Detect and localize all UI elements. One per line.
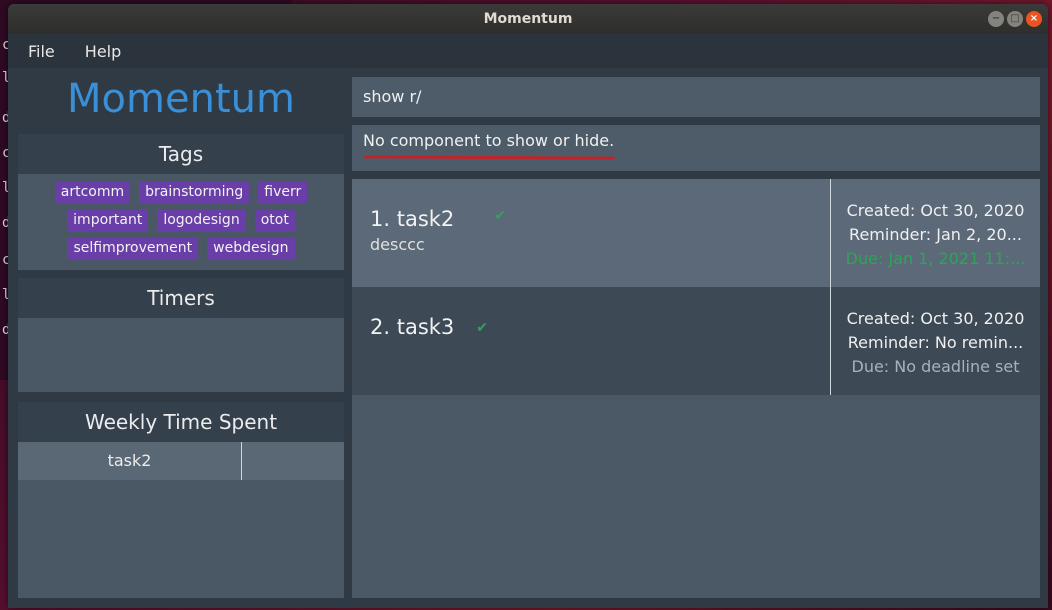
- tag-webdesign[interactable]: webdesign: [207, 238, 295, 259]
- task-description: desccc: [370, 235, 425, 254]
- task-meta: Created: Oct 30, 2020 Reminder: Jan 2, 2…: [830, 179, 1040, 287]
- tag-artcomm[interactable]: artcomm: [54, 182, 131, 203]
- menu-file[interactable]: File: [24, 38, 59, 65]
- app-title: Momentum: [67, 76, 295, 122]
- tag-selfimprovement[interactable]: selfimprovement: [67, 238, 199, 259]
- window-title: Momentum: [483, 11, 573, 27]
- tag-important[interactable]: important: [67, 210, 149, 231]
- task-created: Created: Oct 30, 2020: [846, 309, 1025, 328]
- main-panel: show r/ No component to show or hide. 1.…: [352, 68, 1040, 608]
- timers-heading: Timers: [18, 278, 344, 318]
- task-main: 1. task2 ✔ desccc: [352, 179, 830, 287]
- menu-help[interactable]: Help: [81, 38, 125, 65]
- weekly-row[interactable]: task2: [18, 442, 344, 480]
- task-card[interactable]: 2. task3 ✔ Created: Oct 30, 2020 Reminde…: [352, 287, 1040, 395]
- weekly-task-name: task2: [18, 442, 242, 480]
- task-reminder: Reminder: No remin...: [847, 333, 1024, 352]
- check-icon: ✔: [476, 320, 489, 336]
- tag-fiverr[interactable]: fiverr: [258, 182, 308, 203]
- command-input[interactable]: show r/: [352, 77, 1040, 117]
- maximize-button[interactable]: □: [1007, 11, 1023, 27]
- main-content: Momentum Tags artcomm brainstorming five…: [8, 68, 1048, 608]
- task-meta: Created: Oct 30, 2020 Reminder: No remin…: [830, 287, 1040, 395]
- task-title-row: 1. task2 ✔: [370, 207, 830, 231]
- tags-heading: Tags: [18, 134, 344, 174]
- task-title: 1. task2: [370, 207, 455, 231]
- red-underline-annotation: [363, 155, 615, 160]
- tag-logodesign[interactable]: logodesign: [157, 210, 246, 231]
- close-button[interactable]: ×: [1026, 11, 1042, 27]
- tag-brainstorming[interactable]: brainstorming: [139, 182, 250, 203]
- timers-panel: Timers: [18, 278, 344, 392]
- tag-list: artcomm brainstorming fiverr important l…: [18, 174, 344, 259]
- sidebar: Momentum Tags artcomm brainstorming five…: [18, 68, 344, 608]
- check-icon: ✔: [494, 208, 507, 224]
- menu-bar: File Help: [8, 34, 1048, 68]
- weekly-time-panel: Weekly Time Spent task2: [18, 402, 344, 598]
- task-list: 1. task2 ✔ desccc Created: Oct 30, 2020 …: [352, 179, 1040, 598]
- tag-otot[interactable]: otot: [254, 210, 295, 231]
- task-due: Due: Jan 1, 2021 11:...: [845, 249, 1026, 268]
- minimize-button[interactable]: −: [988, 11, 1004, 27]
- weekly-heading: Weekly Time Spent: [18, 402, 344, 442]
- result-display: No component to show or hide.: [352, 125, 1040, 171]
- task-due: Due: No deadline set: [851, 357, 1020, 376]
- tags-panel: Tags artcomm brainstorming fiverr import…: [18, 134, 344, 270]
- task-main: 2. task3 ✔: [352, 287, 830, 395]
- window-controls: − □ ×: [988, 11, 1042, 27]
- result-message: No component to show or hide.: [363, 131, 615, 150]
- task-created: Created: Oct 30, 2020: [846, 201, 1025, 220]
- title-bar[interactable]: Momentum − □ ×: [8, 4, 1048, 34]
- task-reminder: Reminder: Jan 2, 20...: [849, 225, 1022, 244]
- task-title-row: 2. task3 ✔: [370, 315, 830, 339]
- task-card[interactable]: 1. task2 ✔ desccc Created: Oct 30, 2020 …: [352, 179, 1040, 287]
- task-title: 2. task3: [370, 315, 455, 339]
- app-window: Momentum − □ × File Help Momentum Tags a…: [8, 4, 1048, 608]
